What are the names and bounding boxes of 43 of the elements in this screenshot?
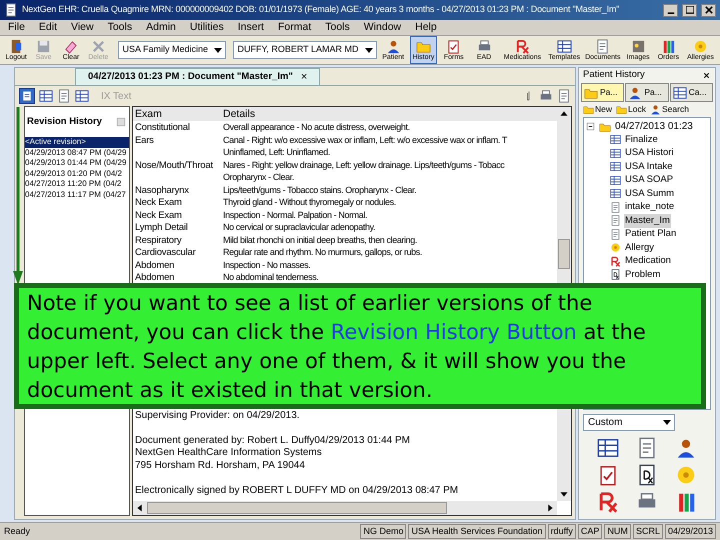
column-header: Details xyxy=(223,107,256,122)
status-pane: USA Health Services Foundation xyxy=(408,524,546,540)
status-pane: CAP xyxy=(578,524,602,540)
status-pane: NUM xyxy=(604,524,631,540)
table-cell-text: Cardiovascular xyxy=(135,246,197,260)
table-cell-text: Ears xyxy=(135,134,155,148)
status-pane: SCRL xyxy=(632,524,663,540)
status-text: Ready xyxy=(4,524,32,538)
table-cell-text: Constitutional xyxy=(135,121,191,135)
status-pane: NG Demo xyxy=(360,524,406,540)
table-cell-text: Nose/Mouth/Throat xyxy=(135,158,214,172)
table-cell-text: Lips/teeth/gums - Tobacco stains. Oropharynx - Clear. xyxy=(223,184,418,197)
table-cell-text: Canal - Right: w/o excessive wax or inflam, Left: w/o excessive wax or inflam. T xyxy=(223,134,508,147)
column-header: Exam xyxy=(135,107,163,122)
table-cell-text: Nasopharynx xyxy=(135,184,190,198)
table-cell-text: Mild bilat rhonchi on initial deep breaths, then clearing. xyxy=(223,234,418,247)
table-cell-text: Inspection - Normal. Palpation - Normal. xyxy=(223,208,368,222)
document-text: NextGen HealthCare Information Systems xyxy=(134,446,323,458)
table-cell-text: Uninflamed, Left: Uninflamed. xyxy=(223,146,331,159)
table-cell-text: Nares - Right: yellow drainage, Left: yellow drainage. Lips/teeth/gums - Tobacc xyxy=(223,158,506,172)
table-cell-text: Regular rate and rhythm. No murmurs, gallops, or rubs. xyxy=(223,246,423,260)
annotation-tooltip: Note if you want to see a list of earlier versions of the document, you can click the Revision History Button at the upper left. Select any one of them, & it will show you the document as it existed in that version. xyxy=(14,283,706,409)
document-text: Supervising Provider: on 04/29/2013. xyxy=(134,408,301,420)
table-cell-text: No abdominal tenderness. xyxy=(223,271,320,284)
table-cell-text: No cervical or supraclavicular adenopathy. xyxy=(223,221,376,234)
table-cell-text: Oropharynx - Clear. xyxy=(223,171,295,184)
table-cell-text: Overall appearance - No acute distress, overweight. xyxy=(223,121,411,134)
table-cell-text: Abdomen xyxy=(135,271,176,285)
revision-history-title: Revision History xyxy=(27,115,102,129)
document-text: Document generated by: Robert L. Duffy04/29/2013 01:44 PM xyxy=(134,434,411,445)
table-cell-text: Inspection - No masses. xyxy=(223,258,312,272)
status-pane: 04/29/2013 xyxy=(664,524,716,540)
table-cell-text: Abdomen xyxy=(135,258,176,272)
table-cell-text: Neck Exam xyxy=(135,196,183,210)
table-cell-text: Thyroid gland - Without thyromegaly or nodules. xyxy=(223,196,397,210)
table-cell-text: Lymph Detail xyxy=(135,221,189,235)
table-cell-text: Respiratory xyxy=(135,234,182,248)
panel-title: Patient History xyxy=(583,68,645,82)
status-pane: rduffy xyxy=(548,524,576,540)
table-cell-text: Neck Exam xyxy=(135,208,183,222)
document-text: Electronically signed by ROBERT L DUFFY MD on 04/29/2013 08:47 PM xyxy=(134,484,460,495)
window-title: NextGen EHR: Cruella Quagmire MRN: 000000009402 DOB: 01/01/1973 (Female) AGE: 40 years 3 months - 04/27/2013 01:23 PM : Document "Master_Im" xyxy=(22,3,620,16)
document-text: 795 Horsham Rd. Horsham, PA 19044 xyxy=(134,458,306,470)
